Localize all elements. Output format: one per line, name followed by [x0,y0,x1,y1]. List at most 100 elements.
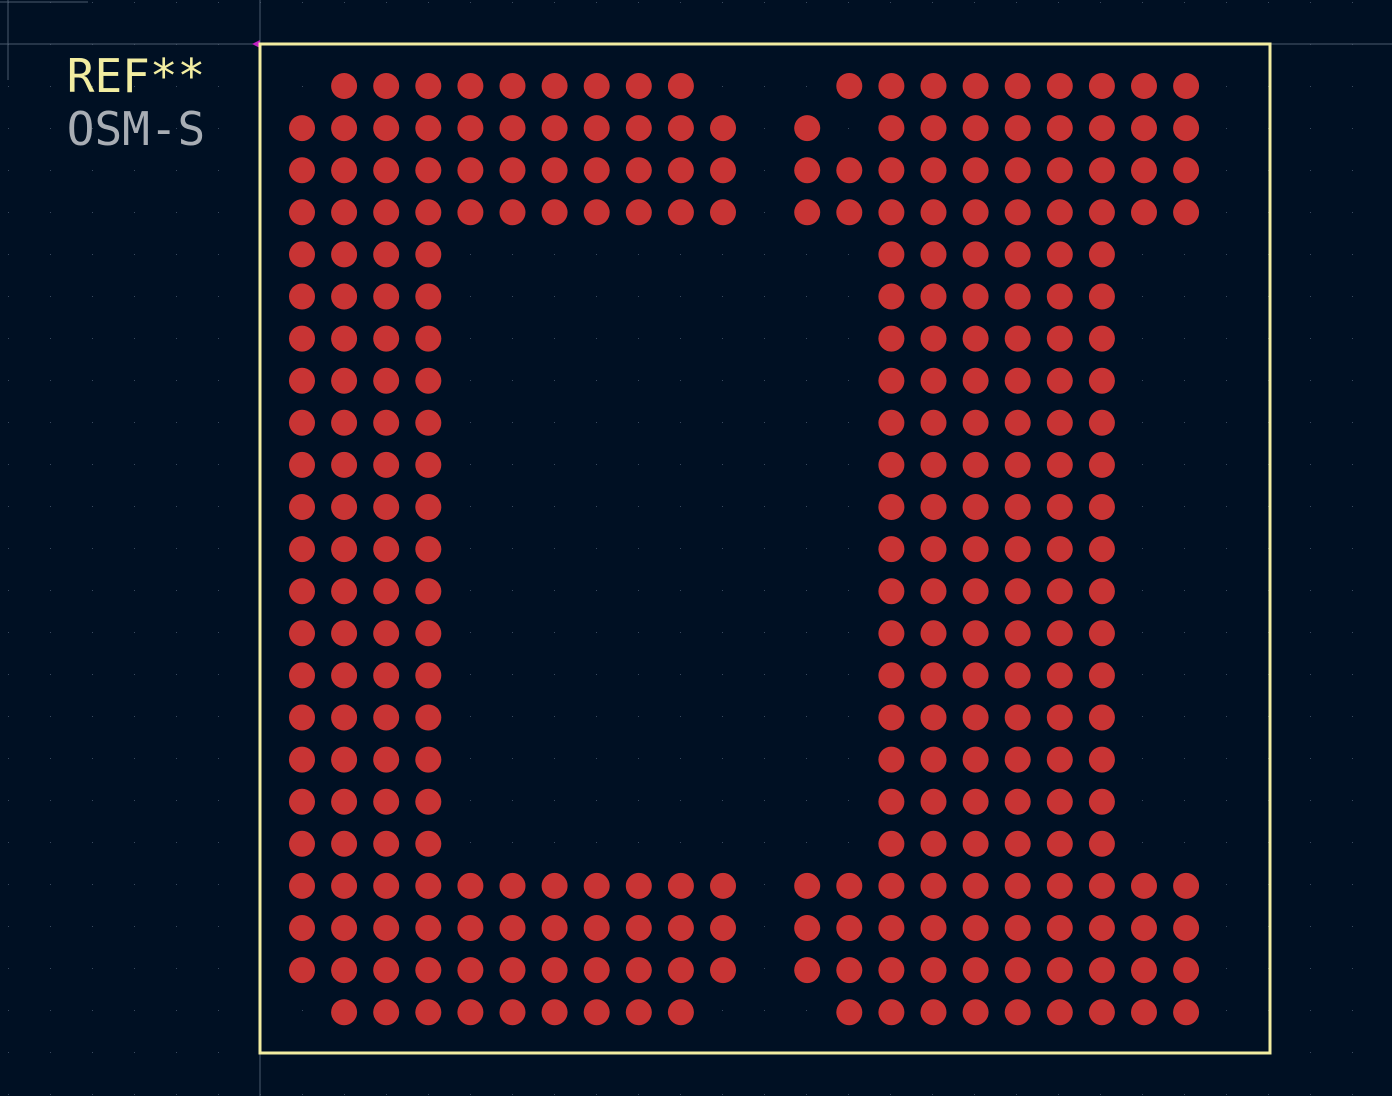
pad[interactable] [920,915,947,941]
pad[interactable] [667,115,694,142]
pad[interactable] [583,872,610,899]
pad[interactable] [499,157,526,184]
pad[interactable] [1004,620,1031,647]
pad[interactable] [836,73,863,99]
pad[interactable] [1004,409,1031,436]
pad[interactable] [878,73,905,99]
pad[interactable] [415,872,442,899]
pad[interactable] [331,241,358,268]
pad[interactable] [1088,241,1115,268]
pad[interactable] [415,578,442,605]
pad[interactable] [920,409,947,436]
pad[interactable] [1088,999,1115,1026]
pad[interactable] [962,115,989,142]
pad[interactable] [541,999,568,1026]
pad[interactable] [1131,157,1157,184]
pad[interactable] [1088,746,1115,773]
pad[interactable] [373,367,400,394]
pad[interactable] [710,199,736,226]
pad[interactable] [878,788,905,815]
pad[interactable] [920,999,947,1026]
pad[interactable] [962,494,989,520]
pad[interactable] [415,283,442,310]
pad[interactable] [1088,662,1115,689]
pad[interactable] [289,704,315,731]
pad[interactable] [1173,915,1200,941]
pad[interactable] [920,283,947,310]
pad[interactable] [962,620,989,647]
pad[interactable] [1088,494,1115,520]
pad[interactable] [415,788,442,815]
pad[interactable] [289,915,315,941]
pad[interactable] [457,872,484,899]
pad[interactable] [667,199,694,226]
pad[interactable] [1004,999,1031,1026]
pad[interactable] [1131,999,1157,1026]
pad[interactable] [331,620,358,647]
pad[interactable] [583,199,610,226]
pad[interactable] [920,746,947,773]
pad[interactable] [836,999,863,1026]
pad[interactable] [289,536,315,563]
pad[interactable] [1046,367,1073,394]
pad[interactable] [878,241,905,268]
pad[interactable] [1088,157,1115,184]
pad[interactable] [920,73,947,99]
pad[interactable] [625,73,652,99]
pad[interactable] [920,620,947,647]
pad[interactable] [1004,746,1031,773]
pad[interactable] [373,241,400,268]
pad[interactable] [289,241,315,268]
pad[interactable] [1131,915,1157,941]
pad[interactable] [331,578,358,605]
pad[interactable] [710,915,736,941]
pad[interactable] [457,957,484,984]
pad[interactable] [1004,199,1031,226]
pad[interactable] [1004,157,1031,184]
pad[interactable] [878,494,905,520]
pad[interactable] [1046,999,1073,1026]
pad[interactable] [667,73,694,99]
pad[interactable] [878,872,905,899]
pad[interactable] [920,704,947,731]
pad[interactable] [1173,872,1200,899]
pad[interactable] [289,494,315,520]
pad[interactable] [1004,872,1031,899]
pad[interactable] [878,451,905,478]
pad[interactable] [373,494,400,520]
pad[interactable] [625,157,652,184]
pad[interactable] [836,915,863,941]
pad[interactable] [794,915,821,941]
pad[interactable] [1046,915,1073,941]
pad[interactable] [541,872,568,899]
pad[interactable] [962,536,989,563]
pad[interactable] [583,73,610,99]
pad[interactable] [1088,409,1115,436]
pad[interactable] [920,157,947,184]
pad[interactable] [415,494,442,520]
pad[interactable] [710,957,736,984]
pad[interactable] [289,788,315,815]
pad[interactable] [920,872,947,899]
pad[interactable] [625,957,652,984]
pad[interactable] [920,451,947,478]
pad[interactable] [373,957,400,984]
pad[interactable] [836,199,863,226]
pad[interactable] [1046,199,1073,226]
pad[interactable] [1004,451,1031,478]
pad[interactable] [1131,115,1157,142]
pad[interactable] [1046,73,1073,99]
pad[interactable] [878,999,905,1026]
pad[interactable] [878,915,905,941]
pad[interactable] [1088,578,1115,605]
pad[interactable] [962,73,989,99]
pad[interactable] [836,157,863,184]
pad[interactable] [289,325,315,352]
pad[interactable] [920,536,947,563]
pad[interactable] [331,494,358,520]
pad[interactable] [878,325,905,352]
pad[interactable] [289,620,315,647]
pad[interactable] [1004,704,1031,731]
pad[interactable] [373,199,400,226]
pad[interactable] [1046,283,1073,310]
